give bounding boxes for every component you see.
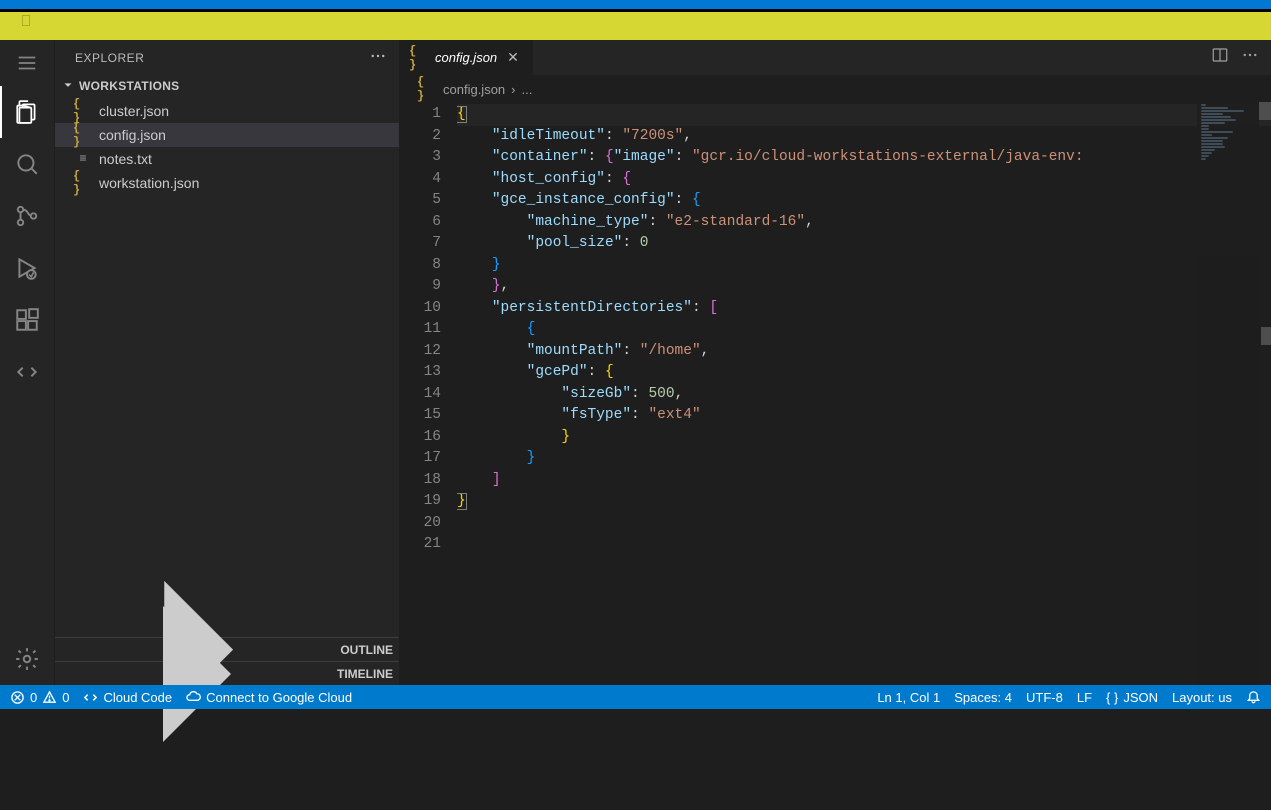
settings-gear-icon[interactable]	[0, 633, 54, 685]
explorer-tab-icon[interactable]	[0, 86, 54, 138]
explorer-header: EXPLORER	[55, 40, 399, 75]
connect-cloud-label: Connect to Google Cloud	[206, 690, 352, 705]
explorer-title: EXPLORER	[75, 51, 144, 65]
activity-bar	[0, 40, 55, 685]
breadcrumb-file: config.json	[443, 82, 505, 97]
file-list: { }cluster.json{ }config.json≡notes.txt{…	[55, 97, 399, 195]
close-icon[interactable]: ✕	[503, 49, 523, 66]
editor: { } config.json ✕ { } config.json › ... …	[399, 40, 1271, 685]
scrollbar[interactable]	[1259, 102, 1271, 685]
search-tab-icon[interactable]	[0, 138, 54, 190]
cloud-code-label: Cloud Code	[103, 690, 172, 705]
connect-cloud-status[interactable]: Connect to Google Cloud	[186, 690, 352, 705]
json-icon: { }	[417, 75, 437, 103]
run-debug-icon[interactable]	[0, 242, 54, 294]
source-control-icon[interactable]	[0, 190, 54, 242]
file-name: workstation.json	[99, 175, 199, 191]
workspace-folder-header[interactable]: WORKSTATIONS	[55, 75, 399, 97]
errors-count: 0	[30, 690, 37, 705]
tab-bar: { } config.json ✕	[399, 40, 1271, 76]
notification-banner	[0, 10, 1271, 40]
indentation-status[interactable]: Spaces: 4	[954, 690, 1012, 705]
timeline-section[interactable]: TIMELINE	[55, 661, 399, 685]
editor-tab[interactable]: { } config.json ✕	[399, 40, 534, 75]
layout-status[interactable]: Layout: us	[1172, 690, 1232, 705]
encoding-status[interactable]: UTF-8	[1026, 690, 1063, 705]
breadcrumb-tail: ...	[522, 82, 533, 97]
status-bar: 0 0 Cloud Code Connect to Google Cloud L…	[0, 685, 1271, 709]
file-name: cluster.json	[99, 103, 169, 119]
warnings-count: 0	[62, 690, 69, 705]
split-editor-icon[interactable]	[1211, 46, 1229, 69]
notifications-icon[interactable]	[1246, 690, 1261, 705]
file-item[interactable]: { }cluster.json	[55, 99, 399, 123]
cloud-code-status[interactable]: Cloud Code	[83, 690, 172, 705]
menu-button[interactable]	[0, 40, 54, 86]
errors-status[interactable]: 0 0	[10, 690, 69, 705]
file-item[interactable]: { } workstation.json	[55, 171, 399, 195]
workspace-folder-name: WORKSTATIONS	[79, 79, 179, 93]
eol-status[interactable]: LF	[1077, 690, 1092, 705]
timeline-label: TIMELINE	[337, 667, 393, 681]
minimap[interactable]	[1197, 102, 1259, 685]
breadcrumb[interactable]: { } config.json › ...	[399, 76, 1271, 102]
file-item[interactable]: { } config.json	[55, 123, 399, 147]
extensions-icon[interactable]	[0, 294, 54, 346]
file-item[interactable]: ≡ notes.txt	[55, 147, 399, 171]
line-gutter: 123456789101112131415161718192021	[399, 102, 457, 685]
cursor-position[interactable]: Ln 1, Col 1	[877, 690, 940, 705]
cloud-code-icon[interactable]	[0, 346, 54, 398]
file-name: notes.txt	[99, 151, 152, 167]
file-name: config.json	[99, 127, 166, 143]
tab-filename: config.json	[435, 50, 497, 65]
json-icon: { }	[1106, 690, 1118, 705]
code-content[interactable]: { "idleTimeout": "7200s", "container": {…	[457, 102, 1271, 685]
language-status[interactable]: { } JSON	[1106, 690, 1158, 705]
editor-more-icon[interactable]	[1241, 46, 1259, 69]
title-bar	[0, 0, 1271, 10]
json-icon: { }	[409, 44, 429, 72]
outline-label: OUTLINE	[340, 643, 393, 657]
code-editor[interactable]: 123456789101112131415161718192021 { "idl…	[399, 102, 1271, 685]
text-icon: ≡	[73, 152, 93, 166]
explorer-sidebar: EXPLORER WORKSTATIONS { }cluster.json{ }…	[55, 40, 399, 685]
main: EXPLORER WORKSTATIONS { }cluster.json{ }…	[0, 40, 1271, 685]
explorer-more-icon[interactable]	[369, 47, 387, 68]
json-icon: { }	[73, 121, 93, 149]
breadcrumb-separator: ›	[511, 82, 515, 97]
json-icon: { }	[73, 169, 93, 197]
